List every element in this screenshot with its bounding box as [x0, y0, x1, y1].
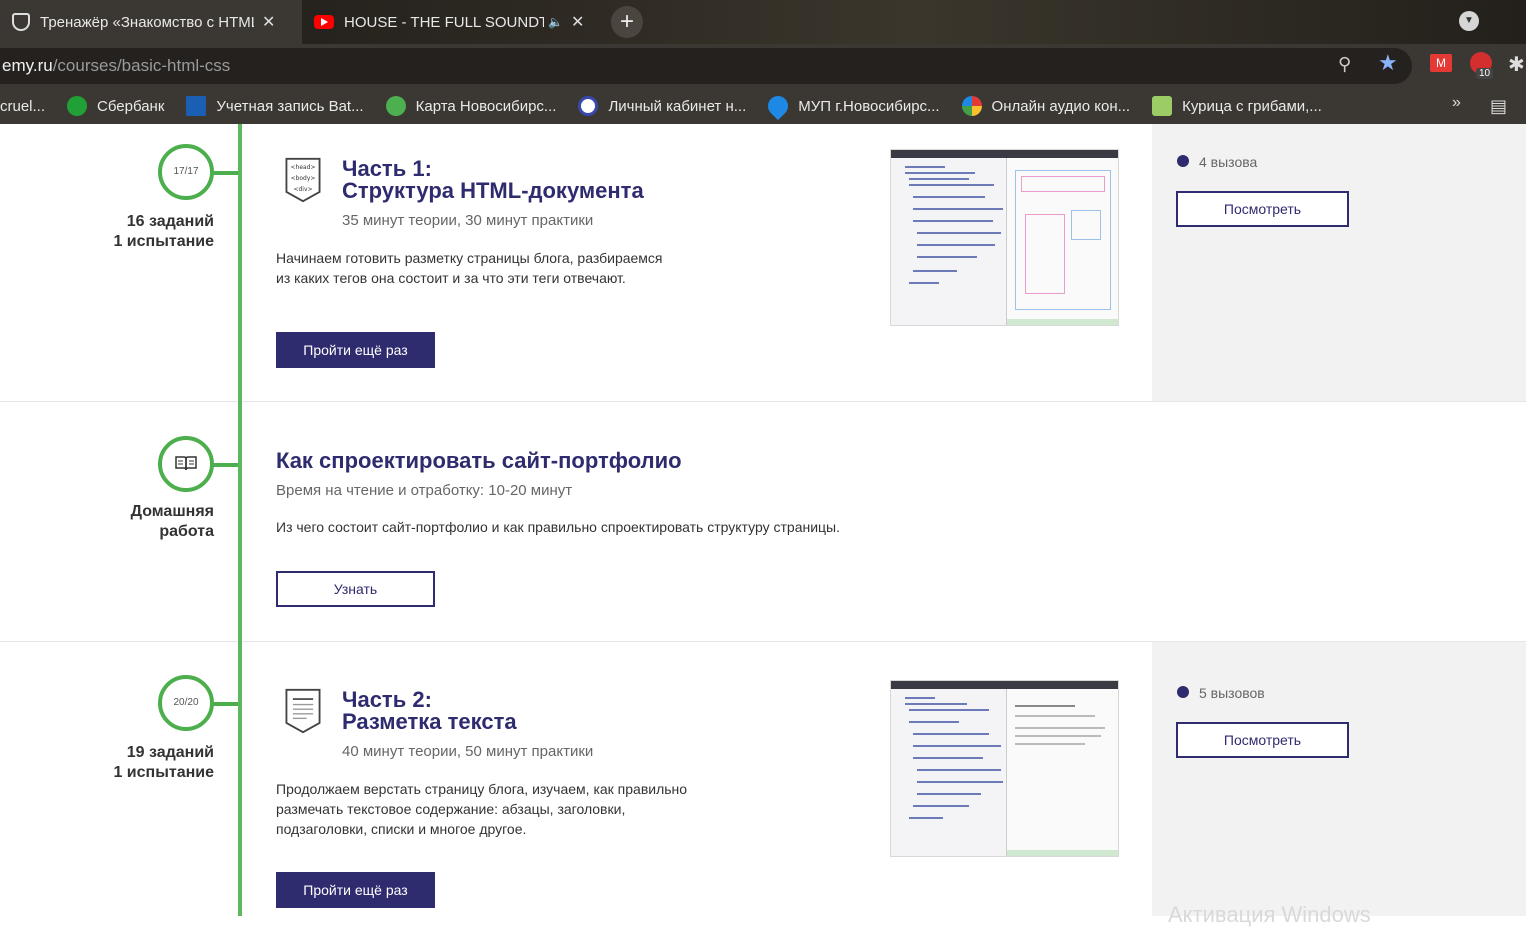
bookmark-item[interactable]: cruel...: [0, 98, 45, 115]
bookmark-label: МУП г.Новосибирс...: [798, 97, 940, 115]
address-bar[interactable]: emy.ru/courses/basic-html-css: [0, 48, 1412, 84]
row-divider: [0, 641, 1526, 642]
tab-title: HOUSE - THE FULL SOUNDT: [344, 13, 544, 31]
toolbar: emy.ru/courses/basic-html-css ⚲ ★ M 10 ✱: [0, 44, 1526, 88]
audio-converter-icon: [961, 96, 982, 116]
lesson-part: Часть 1:: [342, 156, 432, 181]
bookmark-item[interactable]: Личный кабинет н...: [578, 96, 746, 116]
challenges-panel: [1152, 642, 1526, 916]
lesson-name: Структура HTML-документа: [342, 178, 644, 203]
bookmark-item[interactable]: Онлайн аудио кон...: [961, 96, 1131, 116]
close-tab-icon[interactable]: ✕: [571, 12, 584, 32]
bookmark-label: Личный кабинет н...: [608, 97, 747, 115]
lesson-preview-image[interactable]: [890, 680, 1119, 857]
extension-badge: 10: [1476, 68, 1494, 79]
bookmark-item[interactable]: Курица с грибами,...: [1152, 96, 1322, 116]
timeline-line: [238, 124, 242, 916]
tests-count: 1 испытание: [113, 764, 214, 781]
tasks-count: 16 заданий: [126, 213, 214, 230]
homework-duration: Время на чтение и отработку: 10-20 минут: [276, 482, 573, 499]
water-drop-icon: [764, 91, 793, 121]
bookmark-item[interactable]: Учетная запись Bat...: [186, 96, 364, 116]
bookmarks-bar: cruel... Сбербанк Учетная запись Bat... …: [0, 88, 1526, 124]
retry-button[interactable]: Пройти ещё раз: [276, 332, 435, 368]
tab-search-icon[interactable]: ▼: [1459, 11, 1479, 31]
bookmark-label: cruel...: [0, 97, 46, 115]
view-challenges-button[interactable]: Посмотреть: [1176, 191, 1349, 227]
tests-count: 1 испытание: [113, 233, 214, 250]
new-tab-button[interactable]: +: [611, 6, 643, 38]
map-pin-icon: [385, 96, 406, 116]
learn-button[interactable]: Узнать: [276, 571, 435, 607]
bookmark-item[interactable]: Сбербанк: [67, 96, 164, 116]
view-challenges-button[interactable]: Посмотреть: [1176, 722, 1349, 758]
challenge-dot: [1177, 686, 1189, 698]
lesson-duration: 35 минут теории, 30 минут практики: [342, 212, 594, 229]
shield-favicon-icon: [12, 13, 30, 31]
svg-text:<head>: <head>: [291, 164, 316, 171]
speaker-icon[interactable]: 🔈: [548, 15, 563, 29]
bookmark-label: Сбербанк: [97, 97, 165, 115]
homework-description: Из чего состоит сайт-портфолио и как пра…: [276, 519, 840, 535]
tab-course[interactable]: Тренажёр «Знакомство с HTML ✕: [0, 0, 302, 44]
tax-icon: [578, 96, 599, 116]
challenges-count: 4 вызова: [1199, 154, 1258, 170]
bookmark-item[interactable]: Карта Новосибирс...: [385, 96, 557, 116]
svg-text:<body>: <body>: [291, 175, 316, 182]
row-divider: [0, 401, 1526, 402]
homework-title[interactable]: Как спроектировать сайт-портфолио: [276, 450, 682, 472]
lesson-description: Продолжаем верстать страницу блога, изуч…: [276, 781, 688, 837]
windows-activation-watermark: Активация Windows: [1168, 902, 1371, 927]
tab-title: Тренажёр «Знакомство с HTML: [40, 13, 254, 31]
bookmark-label: Карта Новосибирс...: [415, 97, 557, 115]
tab-strip: Тренажёр «Знакомство с HTML ✕ HOUSE - TH…: [0, 0, 1526, 44]
zoom-icon[interactable]: ⚲: [1338, 54, 1351, 75]
url-text: emy.ru/courses/basic-html-css: [2, 56, 231, 75]
lesson-description: Начинаем готовить разметку страницы блог…: [276, 250, 663, 286]
more-bookmarks-icon[interactable]: »: [1452, 94, 1461, 112]
homework-label: Домашняя работа: [130, 503, 214, 540]
sberbank-icon: [67, 96, 88, 116]
tab-youtube[interactable]: HOUSE - THE FULL SOUNDT 🔈 ✕: [302, 0, 602, 44]
lesson-stats: 16 заданий 1 испытание: [14, 212, 214, 252]
close-tab-icon[interactable]: ✕: [262, 12, 275, 32]
bookmark-item[interactable]: МУП г.Новосибирс...: [764, 91, 940, 121]
lesson-stats: 19 заданий 1 испытание: [14, 743, 214, 783]
course-page: 17/17 16 заданий 1 испытание <head> <bod…: [0, 124, 1526, 927]
battlenet-icon: [186, 96, 207, 116]
bookmark-label: Курица с грибами,...: [1182, 97, 1322, 115]
bookmark-star-icon[interactable]: ★: [1378, 50, 1398, 76]
text-document-badge-icon: [285, 688, 321, 734]
lesson-title[interactable]: Часть 1: Структура HTML-документа: [342, 158, 644, 202]
lesson-title[interactable]: Часть 2: Разметка текста: [342, 689, 517, 733]
puzzle-icon[interactable]: ✱: [1508, 52, 1525, 77]
timeline-connector: [212, 702, 238, 706]
challenges-count: 5 вызовов: [1199, 685, 1265, 701]
lesson-part: Часть 2:: [342, 687, 432, 712]
bookmark-label: Учетная запись Bat...: [216, 97, 364, 115]
tasks-count: 19 заданий: [126, 744, 214, 761]
progress-circle: 20/20: [158, 675, 214, 731]
progress-circle: 17/17: [158, 144, 214, 200]
mail-extension-icon[interactable]: M: [1430, 54, 1452, 72]
lesson-name: Разметка текста: [342, 709, 517, 734]
svg-text:<div>: <div>: [294, 186, 313, 193]
bookmark-label: Онлайн аудио кон...: [991, 97, 1131, 115]
homework-circle: [158, 436, 214, 492]
html-tags-badge-icon: <head> <body> <div>: [285, 157, 321, 203]
youtube-favicon-icon: [314, 15, 334, 29]
timeline-connector: [212, 171, 238, 175]
timeline-connector: [212, 463, 238, 467]
retry-button[interactable]: Пройти ещё раз: [276, 872, 435, 908]
book-icon: [175, 456, 197, 471]
recipe-icon: [1152, 96, 1173, 116]
reading-list-icon[interactable]: ▤: [1490, 96, 1507, 117]
lesson-duration: 40 минут теории, 50 минут практики: [342, 743, 594, 760]
lesson-preview-image[interactable]: [890, 149, 1119, 326]
challenge-dot: [1177, 155, 1189, 167]
